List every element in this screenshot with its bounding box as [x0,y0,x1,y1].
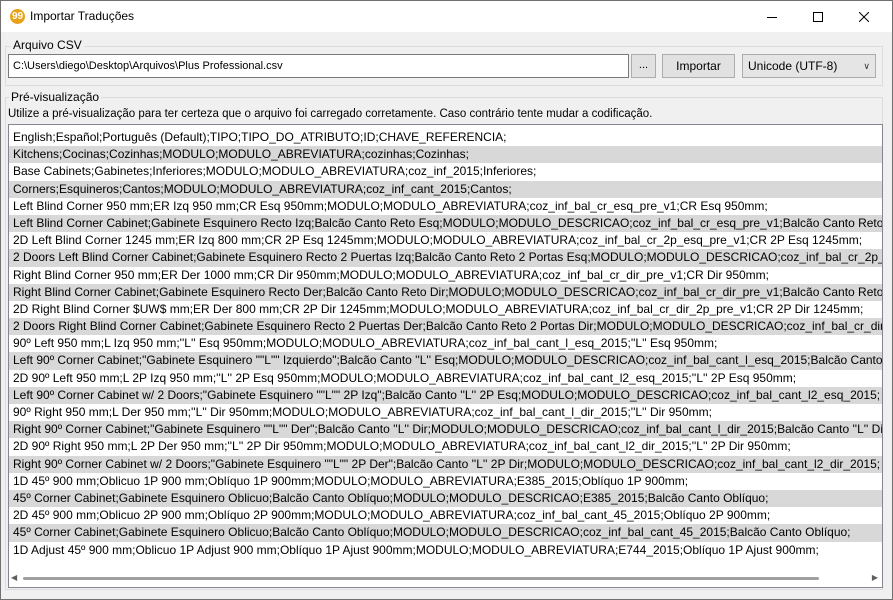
maximize-button[interactable] [795,1,841,32]
preview-row[interactable]: Right 90º Corner Cabinet w/ 2 Doors;"Gab… [9,455,882,473]
csv-file-group-label: Arquivo CSV [11,38,84,52]
import-translations-window: 99 Importar Traduções Arquivo CSV C:\Use… [0,0,893,600]
preview-row[interactable]: Right Blind Corner 950 mm;ER Der 1000 mm… [9,267,882,284]
title-bar[interactable]: 99 Importar Traduções [1,1,892,32]
preview-row[interactable]: 90º Left 950 mm;L Izq 950 mm;''L'' Esq 9… [9,335,882,352]
preview-row[interactable]: Corners;Esquineros;Cantos;MODULO;MODULO_… [9,180,882,198]
horizontal-scrollbar[interactable]: ◀ ▶ [9,570,882,587]
preview-row[interactable]: Right 90º Corner Cabinet;"Gabinete Esqui… [9,421,882,439]
preview-row[interactable]: 45º Corner Cabinet;Gabinete Esquinero Ob… [9,489,882,508]
preview-row[interactable]: 1D 45º 900 mm;Oblicuo 1P 900 mm;Oblíquo … [9,473,882,490]
preview-row[interactable]: 1D Adjust 45º 900 mm;Oblicuo 1P Adjust 9… [9,542,882,559]
preview-row[interactable]: English;Español;Português (Default);TIPO… [9,129,882,146]
preview-row[interactable]: Left Blind Corner 950 mm;ER Izq 950 mm;C… [9,198,882,215]
maximize-icon [813,11,823,22]
minimize-button[interactable] [749,1,795,32]
close-button[interactable] [841,1,887,32]
minimize-icon [767,16,777,18]
import-button[interactable]: Importar [662,54,735,78]
browse-button[interactable]: ... [631,54,656,78]
preview-row[interactable]: 2D 90º Left 950 mm;L 2P Izq 950 mm;''L''… [9,370,882,387]
encoding-select[interactable]: Unicode (UTF-8) ∨ [742,54,876,78]
app-logo-icon: 99 [10,9,25,24]
preview-row[interactable]: Left Blind Corner Cabinet;Gabinete Esqui… [9,214,882,233]
preview-row[interactable]: Left 90º Corner Cabinet w/ 2 Doors;"Gabi… [9,386,882,404]
preview-row[interactable]: 45º Corner Cabinet;Gabinete Esquinero Ob… [9,524,882,542]
preview-row[interactable]: 2D 45º 900 mm;Oblicuo 2P 900 mm;Oblíquo … [9,507,882,524]
scroll-right-icon[interactable]: ▶ [872,573,878,582]
preview-list: English;Español;Português (Default);TIPO… [9,129,882,559]
preview-row[interactable]: Kitchens;Cocinas;Cozinhas;MODULO;MODULO_… [9,146,882,164]
preview-list-box[interactable]: English;Español;Português (Default);TIPO… [8,124,883,588]
scrollbar-thumb[interactable] [23,577,819,580]
close-icon [859,11,869,22]
scroll-left-icon[interactable]: ◀ [11,573,17,582]
preview-row[interactable]: 2D Left Blind Corner 1245 mm;ER Izq 800 … [9,232,882,249]
chevron-down-icon: ∨ [863,61,870,71]
encoding-select-value: Unicode (UTF-8) [748,59,838,73]
preview-row[interactable]: 2D Right Blind Corner $UW$ mm;ER Der 800… [9,301,882,318]
preview-row[interactable]: Right Blind Corner Cabinet;Gabinete Esqu… [9,283,882,301]
preview-row[interactable]: 2 Doors Left Blind Corner Cabinet;Gabine… [9,249,882,267]
file-path-field[interactable]: C:\Users\diego\Desktop\Arquivos\Plus Pro… [8,54,629,78]
preview-group-label: Pré-visualização [9,90,102,104]
preview-row[interactable]: Base Cabinets;Gabinetes;Inferiores;MODUL… [9,163,882,180]
preview-row[interactable]: 2 Doors Right Blind Corner Cabinet;Gabin… [9,318,882,336]
window-title: Importar Traduções [30,9,135,23]
preview-row[interactable]: 90º Right 950 mm;L Der 950 mm;''L'' Dir … [9,404,882,421]
preview-row[interactable]: 2D 90º Right 950 mm;L 2P Der 950 mm;''L'… [9,438,882,455]
preview-hint: Utilize a pré-visualização para ter cert… [8,108,653,120]
preview-row[interactable]: Left 90º Corner Cabinet;"Gabinete Esquin… [9,352,882,370]
